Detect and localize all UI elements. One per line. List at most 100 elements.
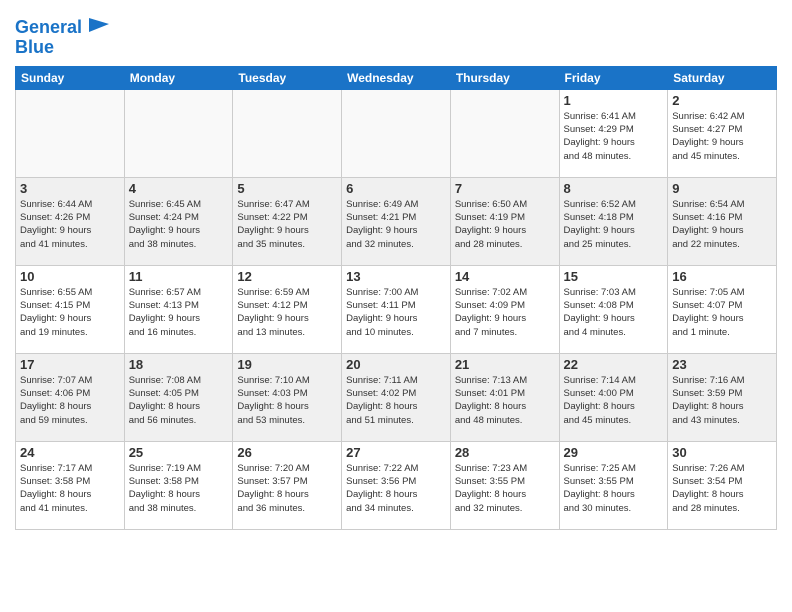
day-info: Sunrise: 6:52 AM Sunset: 4:18 PM Dayligh… — [564, 198, 664, 251]
day-info: Sunrise: 7:11 AM Sunset: 4:02 PM Dayligh… — [346, 374, 446, 427]
calendar-cell: 25 Sunrise: 7:19 AM Sunset: 3:58 PM Dayli… — [124, 441, 233, 529]
day-number: 24 — [20, 445, 120, 460]
weekday-header-wednesday: Wednesday — [342, 66, 451, 89]
day-info: Sunrise: 6:45 AM Sunset: 4:24 PM Dayligh… — [129, 198, 229, 251]
calendar-cell: 11Sunrise: 6:57 AM Sunset: 4:13 PM Dayli… — [124, 265, 233, 353]
day-info: Sunrise: 7:16 AM Sunset: 3:59 PM Dayligh… — [672, 374, 772, 427]
day-number: 11 — [129, 269, 229, 284]
calendar-cell: 21 Sunrise: 7:13 AM Sunset: 4:01 PM Dayli… — [450, 353, 559, 441]
day-info: Sunrise: 6:59 AM Sunset: 4:12 PM Dayligh… — [237, 286, 337, 339]
calendar-cell: 7 Sunrise: 6:50 AM Sunset: 4:19 PM Daylig… — [450, 177, 559, 265]
day-info: Sunrise: 7:07 AM Sunset: 4:06 PM Dayligh… — [20, 374, 120, 427]
day-info: Sunrise: 6:55 AM Sunset: 4:15 PM Dayligh… — [20, 286, 120, 339]
day-info: Sunrise: 7:02 AM Sunset: 4:09 PM Dayligh… — [455, 286, 555, 339]
calendar-cell — [16, 89, 125, 177]
calendar-cell: 28 Sunrise: 7:23 AM Sunset: 3:55 PM Dayli… — [450, 441, 559, 529]
calendar-week-2: 3 Sunrise: 6:44 AM Sunset: 4:26 PM Daylig… — [16, 177, 777, 265]
calendar-cell — [342, 89, 451, 177]
calendar-cell: 10 Sunrise: 6:55 AM Sunset: 4:15 PM Dayli… — [16, 265, 125, 353]
day-info: Sunrise: 7:00 AM Sunset: 4:11 PM Dayligh… — [346, 286, 446, 339]
calendar-cell — [233, 89, 342, 177]
day-number: 10 — [20, 269, 120, 284]
calendar-cell — [124, 89, 233, 177]
calendar-cell: 24 Sunrise: 7:17 AM Sunset: 3:58 PM Dayli… — [16, 441, 125, 529]
calendar-cell: 4 Sunrise: 6:45 AM Sunset: 4:24 PM Daylig… — [124, 177, 233, 265]
day-info: Sunrise: 6:50 AM Sunset: 4:19 PM Dayligh… — [455, 198, 555, 251]
weekday-header-saturday: Saturday — [668, 66, 777, 89]
day-info: Sunrise: 7:10 AM Sunset: 4:03 PM Dayligh… — [237, 374, 337, 427]
day-number: 4 — [129, 181, 229, 196]
day-number: 25 — [129, 445, 229, 460]
page: General Blue SundayMondayTuesdayWedn — [0, 0, 792, 612]
calendar-cell: 8 Sunrise: 6:52 AM Sunset: 4:18 PM Daylig… — [559, 177, 668, 265]
calendar-cell: 2 Sunrise: 6:42 AM Sunset: 4:27 PM Daylig… — [668, 89, 777, 177]
day-info: Sunrise: 7:03 AM Sunset: 4:08 PM Dayligh… — [564, 286, 664, 339]
day-number: 5 — [237, 181, 337, 196]
day-number: 18 — [129, 357, 229, 372]
day-number: 9 — [672, 181, 772, 196]
calendar-cell: 16 Sunrise: 7:05 AM Sunset: 4:07 PM Dayli… — [668, 265, 777, 353]
day-info: Sunrise: 6:44 AM Sunset: 4:26 PM Dayligh… — [20, 198, 120, 251]
logo-text: General — [15, 18, 82, 38]
calendar-cell: 15 Sunrise: 7:03 AM Sunset: 4:08 PM Dayli… — [559, 265, 668, 353]
day-number: 6 — [346, 181, 446, 196]
weekday-header-thursday: Thursday — [450, 66, 559, 89]
weekday-header-sunday: Sunday — [16, 66, 125, 89]
calendar-cell: 5 Sunrise: 6:47 AM Sunset: 4:22 PM Daylig… — [233, 177, 342, 265]
calendar-cell — [450, 89, 559, 177]
calendar-cell: 23 Sunrise: 7:16 AM Sunset: 3:59 PM Dayli… — [668, 353, 777, 441]
day-info: Sunrise: 7:23 AM Sunset: 3:55 PM Dayligh… — [455, 462, 555, 515]
day-number: 19 — [237, 357, 337, 372]
day-info: Sunrise: 7:05 AM Sunset: 4:07 PM Dayligh… — [672, 286, 772, 339]
day-info: Sunrise: 6:42 AM Sunset: 4:27 PM Dayligh… — [672, 110, 772, 163]
calendar-cell: 22Sunrise: 7:14 AM Sunset: 4:00 PM Dayli… — [559, 353, 668, 441]
calendar-cell: 20Sunrise: 7:11 AM Sunset: 4:02 PM Dayli… — [342, 353, 451, 441]
day-number: 16 — [672, 269, 772, 284]
calendar-week-3: 10 Sunrise: 6:55 AM Sunset: 4:15 PM Dayli… — [16, 265, 777, 353]
day-number: 14 — [455, 269, 555, 284]
day-info: Sunrise: 7:20 AM Sunset: 3:57 PM Dayligh… — [237, 462, 337, 515]
header: General Blue — [15, 10, 777, 58]
calendar-cell: 26 Sunrise: 7:20 AM Sunset: 3:57 PM Dayli… — [233, 441, 342, 529]
weekday-header-tuesday: Tuesday — [233, 66, 342, 89]
calendar-cell: 14 Sunrise: 7:02 AM Sunset: 4:09 PM Dayli… — [450, 265, 559, 353]
calendar-cell: 27 Sunrise: 7:22 AM Sunset: 3:56 PM Dayli… — [342, 441, 451, 529]
day-info: Sunrise: 7:19 AM Sunset: 3:58 PM Dayligh… — [129, 462, 229, 515]
calendar-week-5: 24 Sunrise: 7:17 AM Sunset: 3:58 PM Dayli… — [16, 441, 777, 529]
calendar-cell: 17Sunrise: 7:07 AM Sunset: 4:06 PM Dayli… — [16, 353, 125, 441]
calendar-cell: 9Sunrise: 6:54 AM Sunset: 4:16 PM Daylig… — [668, 177, 777, 265]
calendar-cell: 3 Sunrise: 6:44 AM Sunset: 4:26 PM Daylig… — [16, 177, 125, 265]
day-number: 12 — [237, 269, 337, 284]
weekday-header-friday: Friday — [559, 66, 668, 89]
day-number: 7 — [455, 181, 555, 196]
day-info: Sunrise: 7:25 AM Sunset: 3:55 PM Dayligh… — [564, 462, 664, 515]
day-number: 21 — [455, 357, 555, 372]
day-info: Sunrise: 7:26 AM Sunset: 3:54 PM Dayligh… — [672, 462, 772, 515]
day-number: 1 — [564, 93, 664, 108]
day-number: 3 — [20, 181, 120, 196]
calendar-cell: 18Sunrise: 7:08 AM Sunset: 4:05 PM Dayli… — [124, 353, 233, 441]
day-info: Sunrise: 7:13 AM Sunset: 4:01 PM Dayligh… — [455, 374, 555, 427]
day-number: 15 — [564, 269, 664, 284]
day-info: Sunrise: 7:17 AM Sunset: 3:58 PM Dayligh… — [20, 462, 120, 515]
day-number: 28 — [455, 445, 555, 460]
day-number: 2 — [672, 93, 772, 108]
day-number: 26 — [237, 445, 337, 460]
day-number: 8 — [564, 181, 664, 196]
calendar-cell: 13 Sunrise: 7:00 AM Sunset: 4:11 PM Dayli… — [342, 265, 451, 353]
calendar-cell: 29 Sunrise: 7:25 AM Sunset: 3:55 PM Dayli… — [559, 441, 668, 529]
weekday-header-monday: Monday — [124, 66, 233, 89]
day-info: Sunrise: 6:41 AM Sunset: 4:29 PM Dayligh… — [564, 110, 664, 163]
day-number: 29 — [564, 445, 664, 460]
day-info: Sunrise: 7:22 AM Sunset: 3:56 PM Dayligh… — [346, 462, 446, 515]
day-number: 23 — [672, 357, 772, 372]
day-number: 22 — [564, 357, 664, 372]
calendar-cell: 1 Sunrise: 6:41 AM Sunset: 4:29 PM Daylig… — [559, 89, 668, 177]
day-number: 27 — [346, 445, 446, 460]
calendar-cell: 12 Sunrise: 6:59 AM Sunset: 4:12 PM Dayli… — [233, 265, 342, 353]
calendar-table: SundayMondayTuesdayWednesdayThursdayFrid… — [15, 66, 777, 530]
day-number: 13 — [346, 269, 446, 284]
calendar-cell: 6Sunrise: 6:49 AM Sunset: 4:21 PM Daylig… — [342, 177, 451, 265]
calendar-week-4: 17Sunrise: 7:07 AM Sunset: 4:06 PM Dayli… — [16, 353, 777, 441]
day-info: Sunrise: 6:47 AM Sunset: 4:22 PM Dayligh… — [237, 198, 337, 251]
